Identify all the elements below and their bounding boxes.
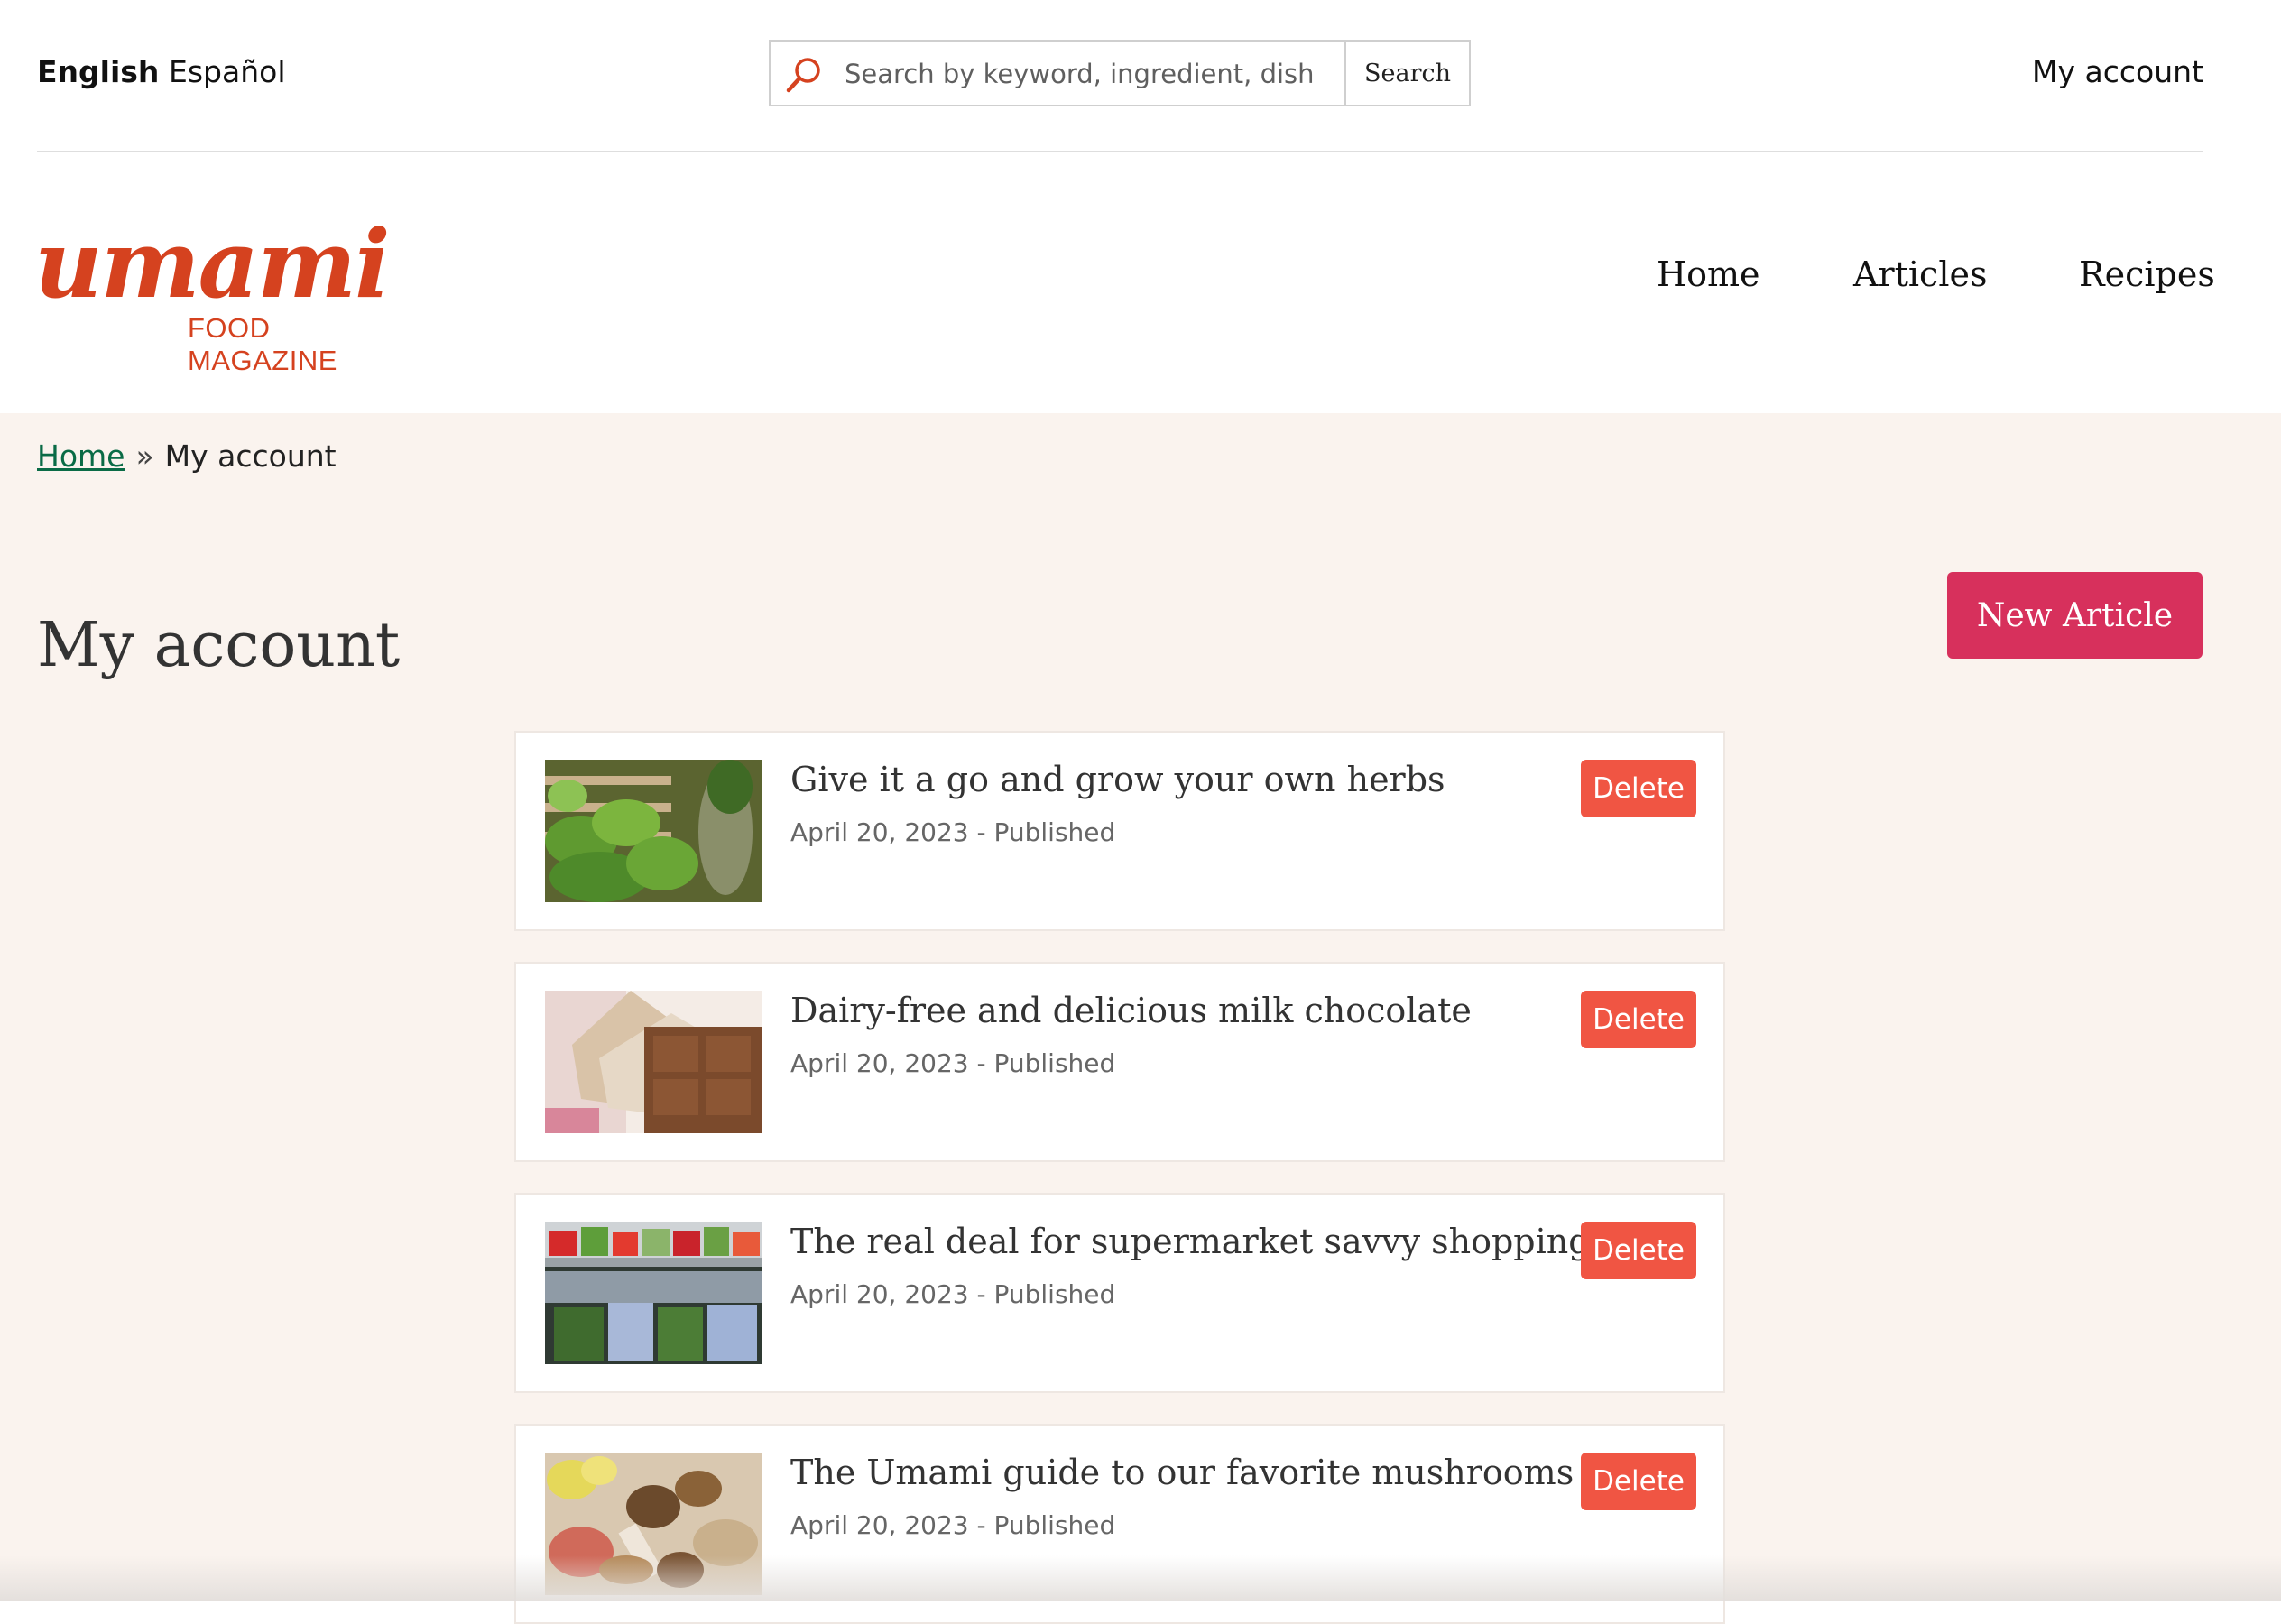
breadcrumb: Home » My account: [37, 438, 337, 474]
nav-recipes[interactable]: Recipes: [2079, 254, 2215, 294]
page-title: My account: [37, 609, 401, 681]
search-icon: [783, 54, 825, 96]
language-english-link[interactable]: English: [37, 54, 159, 89]
main-content: Home » My account My account New Article: [0, 413, 2281, 1624]
article-title[interactable]: The real deal for supermarket savvy shop…: [790, 1222, 1591, 1261]
article-card: Give it a go and grow your own herbs Apr…: [514, 731, 1725, 931]
search-button[interactable]: Search: [1346, 40, 1471, 106]
search-input[interactable]: [843, 42, 1343, 106]
breadcrumb-home-link[interactable]: Home: [37, 438, 125, 474]
article-meta: April 20, 2023 - Published: [790, 1279, 1116, 1309]
nav-articles[interactable]: Articles: [1853, 254, 1987, 294]
header-divider: [37, 151, 2203, 152]
article-card: The real deal for supermarket savvy shop…: [514, 1193, 1725, 1393]
top-bar: English Español Search My account: [0, 0, 2281, 152]
article-title[interactable]: Give it a go and grow your own herbs: [790, 760, 1445, 799]
site-logo[interactable]: umami FOOD MAGAZINE: [34, 208, 422, 377]
article-title[interactable]: Dairy-free and delicious milk chocolate: [790, 991, 1472, 1030]
delete-button[interactable]: Delete: [1581, 760, 1696, 817]
chocolate-photo[interactable]: [545, 991, 762, 1133]
new-article-button[interactable]: New Article: [1947, 572, 2203, 659]
article-meta: April 20, 2023 - Published: [790, 817, 1116, 847]
article-title[interactable]: The Umami guide to our favorite mushroom…: [790, 1453, 1574, 1492]
search-box: [769, 40, 1346, 106]
breadcrumb-current: My account: [164, 438, 337, 474]
delete-button[interactable]: Delete: [1581, 1222, 1696, 1279]
breadcrumb-separator: »: [135, 438, 154, 474]
logo-wordmark: umami: [34, 208, 391, 319]
article-meta: April 20, 2023 - Published: [790, 1510, 1116, 1540]
article-meta: April 20, 2023 - Published: [790, 1048, 1116, 1078]
bottom-scroll-shadow: [0, 1555, 2281, 1601]
my-account-link[interactable]: My account: [2032, 54, 2203, 89]
article-card: Dairy-free and delicious milk chocolate …: [514, 962, 1725, 1162]
logo-subtitle: FOOD MAGAZINE: [188, 312, 337, 376]
supermarket-photo[interactable]: [545, 1222, 762, 1364]
language-espanol-link[interactable]: Español: [169, 54, 286, 89]
herbs-photo[interactable]: [545, 760, 762, 902]
delete-button[interactable]: Delete: [1581, 1453, 1696, 1510]
nav-home[interactable]: Home: [1657, 254, 1760, 294]
delete-button[interactable]: Delete: [1581, 991, 1696, 1048]
